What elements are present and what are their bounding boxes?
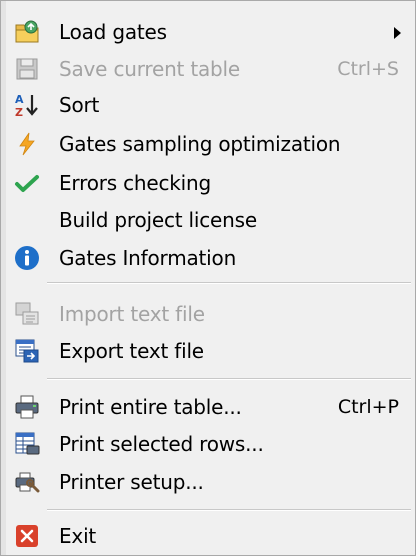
- menu-separator: [47, 509, 411, 511]
- menu-item-printer-setup[interactable]: Printer setup...: [7, 464, 411, 500]
- menu-item-export-text-file[interactable]: Export text file: [7, 333, 411, 369]
- info-icon: [14, 245, 40, 271]
- menu-item-save-current-table[interactable]: Save current table Ctrl+S: [7, 51, 411, 87]
- menu-item-label: Export text file: [59, 339, 204, 363]
- menu-item-exit[interactable]: Exit: [7, 518, 411, 554]
- menu-item-label: Exit: [59, 524, 97, 548]
- menu-item-errors-checking[interactable]: Errors checking: [7, 165, 411, 201]
- print-rows-icon: [14, 431, 40, 457]
- submenu-arrow-icon: [394, 27, 401, 39]
- menu-item-sort[interactable]: A Z Sort: [7, 87, 411, 123]
- svg-text:Z: Z: [15, 106, 23, 118]
- lightning-icon: [14, 131, 40, 157]
- menu-item-print-entire-table[interactable]: Print entire table... Ctrl+P: [7, 389, 411, 425]
- menu-item-shortcut: Ctrl+S: [337, 58, 399, 80]
- menu-item-label: Gates Information: [59, 246, 237, 270]
- menu-item-label: Print selected rows...: [59, 432, 264, 456]
- menu-item-print-selected-rows[interactable]: Print selected rows...: [7, 426, 411, 462]
- menu-item-gates-sampling-optimization[interactable]: Gates sampling optimization: [7, 126, 411, 162]
- menu-item-label: Print entire table...: [59, 395, 242, 419]
- printer-icon: [14, 394, 40, 420]
- menu-item-label: Save current table: [59, 57, 241, 81]
- menu-left-gutter: [1, 1, 6, 555]
- printer-setup-icon: [14, 469, 40, 495]
- sort-az-icon: A Z: [14, 92, 40, 118]
- menu-item-load-gates[interactable]: Load gates: [7, 14, 411, 50]
- menu-item-label: Import text file: [59, 302, 205, 326]
- import-icon: [14, 301, 40, 327]
- menu-item-import-text-file[interactable]: Import text file: [7, 296, 411, 332]
- menu-item-label: Build project license: [59, 208, 257, 232]
- menu-item-gates-information[interactable]: Gates Information: [7, 240, 411, 276]
- svg-text:A: A: [15, 93, 24, 106]
- menu-item-label: Gates sampling optimization: [59, 132, 341, 156]
- folder-icon: [14, 19, 40, 45]
- menu-separator: [47, 282, 411, 284]
- menu-item-label: Errors checking: [59, 171, 212, 195]
- menu-item-label: Printer setup...: [59, 470, 204, 494]
- exit-icon: [14, 523, 40, 549]
- menu-item-label: Load gates: [59, 20, 167, 44]
- save-icon: [14, 56, 40, 82]
- export-icon: [14, 338, 40, 364]
- menu-item-label: Sort: [59, 93, 100, 117]
- checkmark-icon: [14, 170, 40, 196]
- menu-item-shortcut: Ctrl+P: [337, 396, 399, 418]
- menu-separator: [47, 378, 411, 380]
- context-menu: Load gates Save current table Ctrl+S A Z…: [0, 0, 416, 556]
- menu-item-build-project-license[interactable]: Build project license: [7, 202, 411, 238]
